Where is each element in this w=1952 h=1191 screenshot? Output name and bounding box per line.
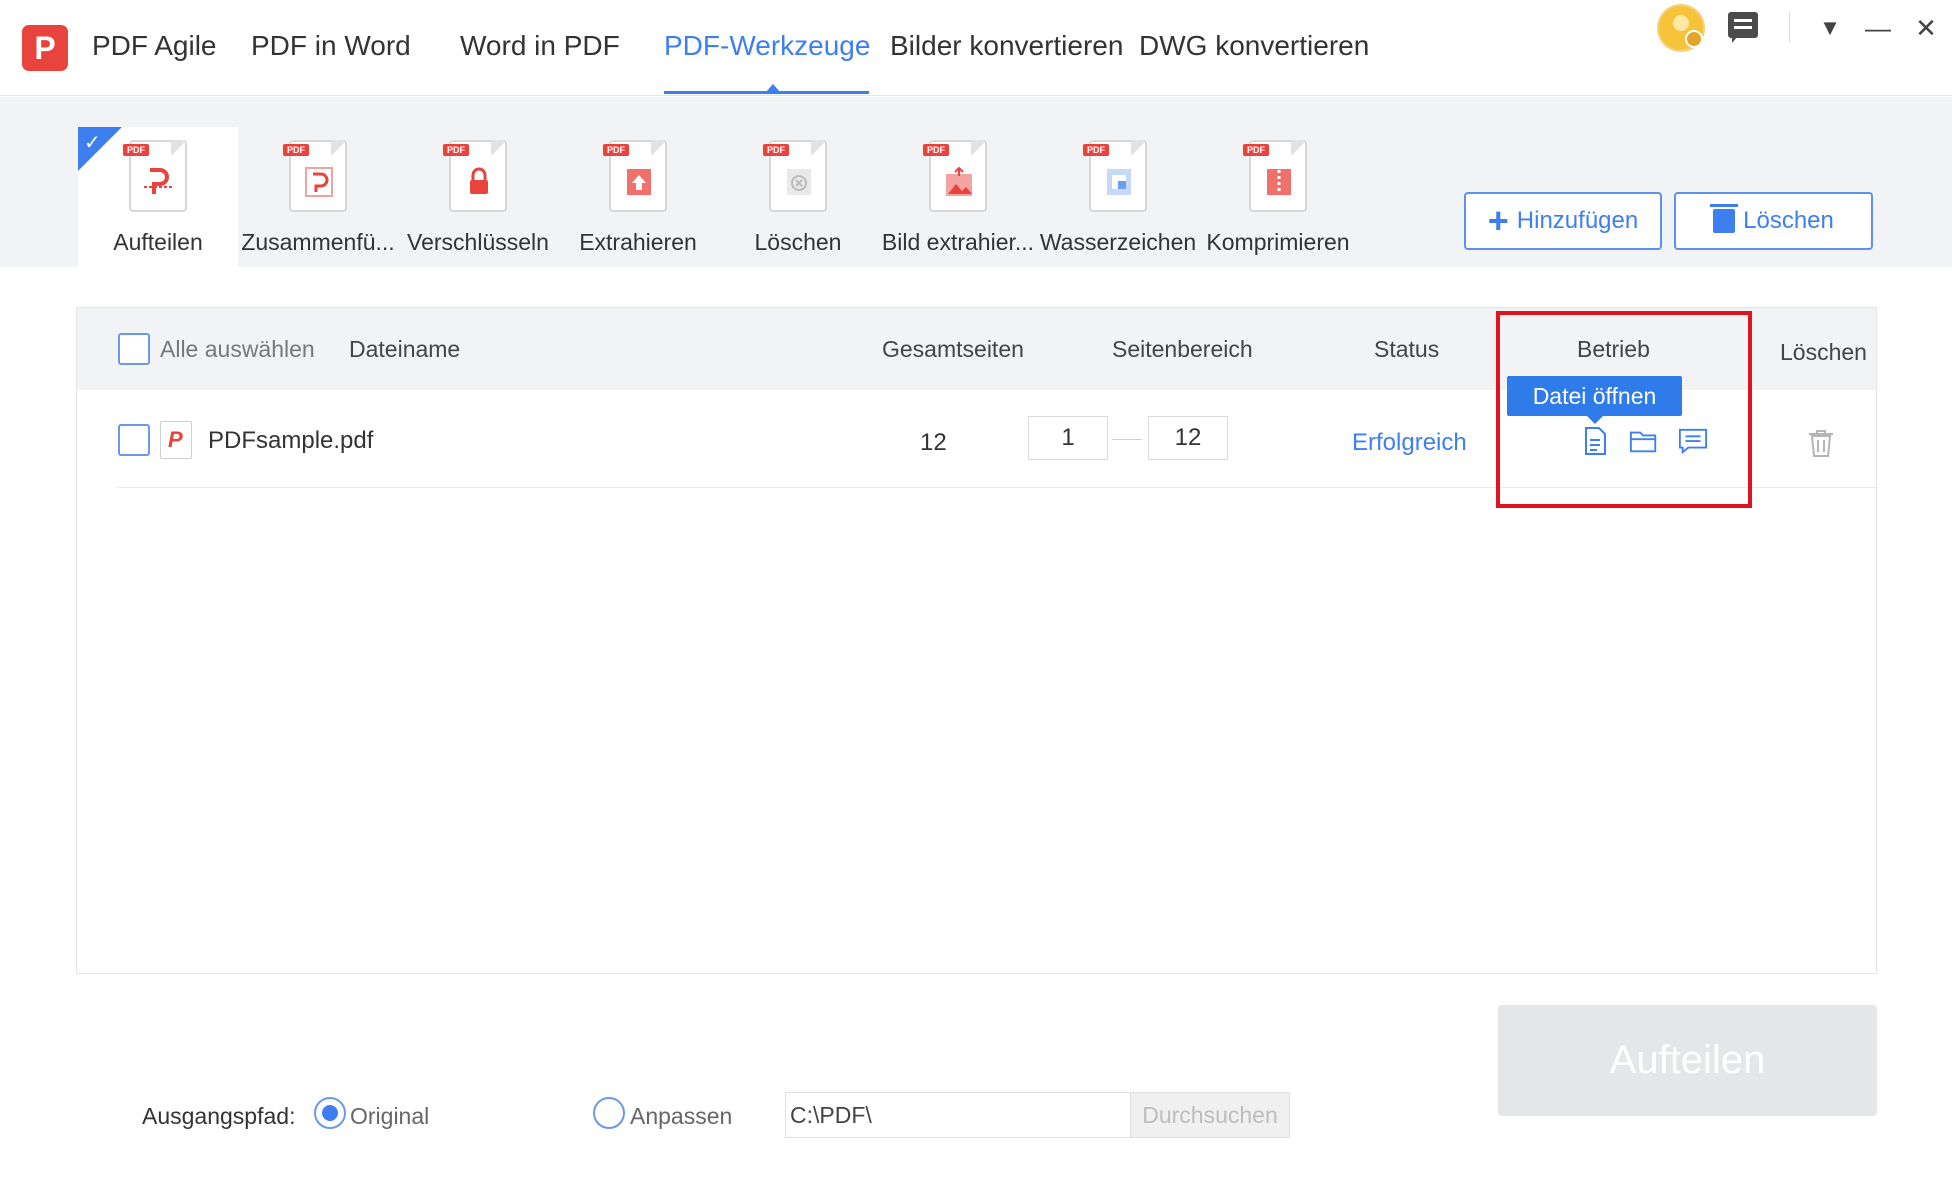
browse-button[interactable]: Durchsuchen (1130, 1092, 1290, 1138)
top-bar: P PDF Agile PDF in Word Word in PDF PDF-… (0, 0, 1952, 96)
split-pdf-icon: PDF (123, 140, 187, 212)
radio-custom-label[interactable]: Anpassen (630, 1103, 732, 1130)
select-all-checkbox[interactable] (118, 333, 150, 365)
menu-dropdown-icon[interactable]: ▼ (1812, 10, 1848, 46)
tool-label: Extrahieren (579, 229, 697, 255)
split-action-button[interactable]: Aufteilen (1498, 1005, 1877, 1116)
compress-pdf-icon: PDF (1243, 140, 1307, 212)
output-path-input[interactable] (785, 1092, 1130, 1138)
encrypt-pdf-icon: PDF (443, 140, 507, 212)
header-delete: Löschen (1780, 339, 1867, 365)
minimize-icon[interactable]: — (1860, 10, 1896, 46)
tab-word-in-pdf[interactable]: Word in PDF (460, 30, 620, 62)
row-filename: PDFsample.pdf (208, 427, 374, 454)
tool-label: Verschlüsseln (407, 229, 549, 255)
tab-pdf-werkzeuge[interactable]: PDF-Werkzeuge (664, 30, 870, 62)
message-icon[interactable] (1728, 12, 1758, 43)
extract-image-icon: PDF (923, 140, 987, 212)
tool-wasserzeichen[interactable]: PDF Wasserzeichen (1038, 127, 1198, 267)
header-total-pages: Gesamtseiten (882, 336, 1024, 362)
divider (1789, 12, 1790, 42)
tool-verschluesseln[interactable]: PDF Verschlüsseln (398, 127, 558, 267)
tool-label: Bild extrahier... (881, 229, 1035, 255)
plus-icon: + (1487, 200, 1509, 241)
row-delete-icon[interactable] (1808, 428, 1834, 458)
add-file-label: Hinzufügen (1516, 207, 1639, 234)
app-logo: P (22, 25, 68, 71)
tab-pdf-agile[interactable]: PDF Agile (92, 30, 217, 62)
radio-original[interactable] (314, 1097, 346, 1129)
delete-all-button[interactable]: Löschen (1674, 192, 1873, 250)
tool-label: Löschen (754, 229, 842, 255)
radio-custom[interactable] (593, 1097, 625, 1129)
radio-original-label[interactable]: Original (350, 1103, 429, 1130)
check-icon: ✓ (84, 132, 101, 154)
close-icon[interactable]: ✕ (1908, 10, 1944, 46)
active-tab-caret (766, 84, 780, 92)
highlight-box (1496, 311, 1752, 508)
row-status: Erfolgreich (1352, 429, 1467, 456)
add-file-button[interactable]: + Hinzufügen (1464, 192, 1662, 250)
trash-icon (1710, 204, 1739, 233)
tool-loeschen-seiten[interactable]: PDF Löschen (718, 127, 878, 267)
tab-bilder-konvertieren[interactable]: Bilder konvertieren (890, 30, 1123, 62)
header-filename: Dateiname (349, 336, 461, 362)
tool-zusammenfuegen[interactable]: PDF Zusammenfü... (238, 127, 398, 267)
pdf-file-icon: P (160, 421, 192, 459)
tool-label: Aufteilen (113, 229, 203, 255)
tool-extrahieren[interactable]: PDF Extrahieren (558, 127, 718, 267)
header-status: Status (1374, 336, 1440, 362)
tool-bild-extrahieren[interactable]: PDF Bild extrahier... (878, 127, 1038, 267)
tool-label: Komprimieren (1206, 229, 1350, 255)
tool-aufteilen[interactable]: ✓ PDF Aufteilen (78, 127, 238, 267)
row-checkbox[interactable] (118, 424, 150, 456)
delete-all-label: Löschen (1743, 207, 1834, 234)
watermark-icon: PDF (1083, 140, 1147, 212)
vip-badge-icon (1685, 30, 1703, 48)
range-from-input[interactable] (1028, 416, 1108, 460)
delete-pages-icon: PDF (763, 140, 827, 212)
extract-pdf-icon: PDF (603, 140, 667, 212)
output-path-label: Ausgangspfad: (142, 1103, 296, 1129)
tab-pdf-in-word[interactable]: PDF in Word (251, 30, 411, 62)
range-to-input[interactable] (1148, 416, 1228, 460)
merge-pdf-icon: PDF (283, 140, 347, 212)
range-separator (1112, 439, 1142, 440)
select-all-label[interactable]: Alle auswählen (160, 336, 315, 363)
tab-dwg-konvertieren[interactable]: DWG konvertieren (1139, 30, 1369, 62)
tool-label: Wasserzeichen (1039, 229, 1197, 255)
tool-label: Zusammenfü... (241, 229, 395, 255)
row-total-pages: 12 (920, 429, 947, 456)
header-page-range: Seitenbereich (1112, 336, 1253, 362)
tool-komprimieren[interactable]: PDF Komprimieren (1198, 127, 1358, 267)
